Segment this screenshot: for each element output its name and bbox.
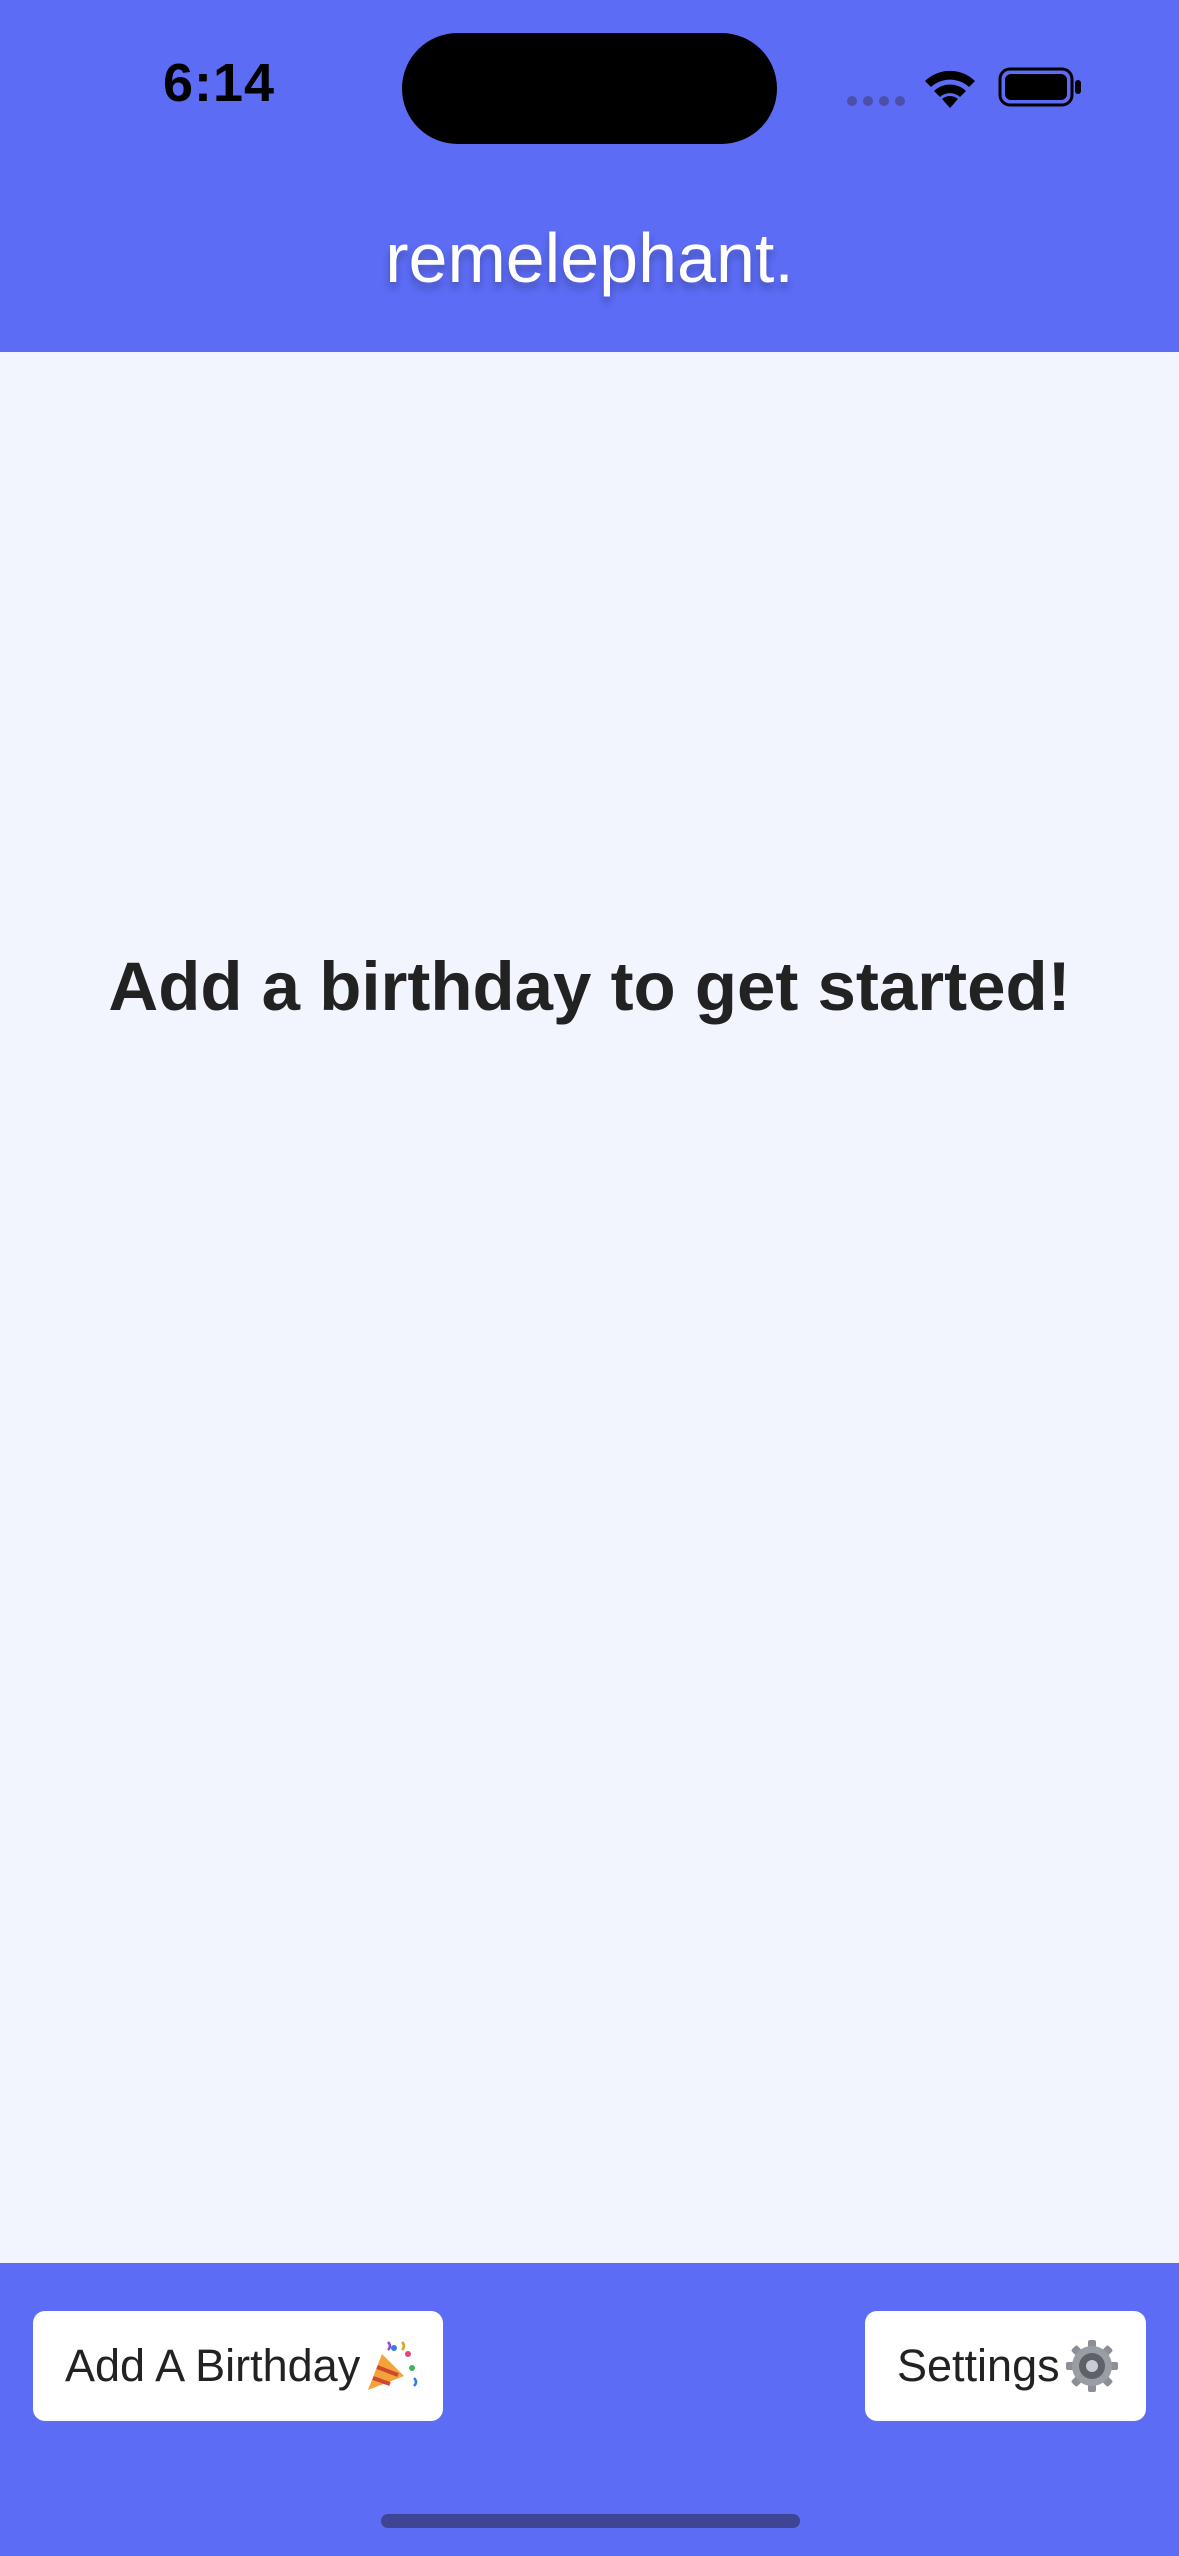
wifi-icon [925,70,975,108]
add-birthday-button[interactable]: Add A Birthday [33,2311,443,2421]
bottom-toolbar: Add A Birthday Settings [0,2263,1179,2556]
battery-icon [998,67,1081,107]
birthday-list-area: Add a birthday to get started! [0,352,1179,2263]
app-header: 6:14 remelephant. [0,0,1179,352]
dynamic-island [402,33,777,144]
home-indicator[interactable] [381,2514,800,2528]
empty-state-message: Add a birthday to get started! [108,948,1071,1025]
cellular-signal-icon [847,96,905,106]
app-title: remelephant. [385,219,794,297]
add-birthday-label: Add A Birthday [65,2340,361,2391]
party-popper-icon [368,2341,418,2390]
status-bar-time: 6:14 [163,53,276,113]
settings-label: Settings [897,2340,1060,2391]
gear-icon [1065,2340,1118,2392]
settings-button[interactable]: Settings [865,2311,1146,2421]
